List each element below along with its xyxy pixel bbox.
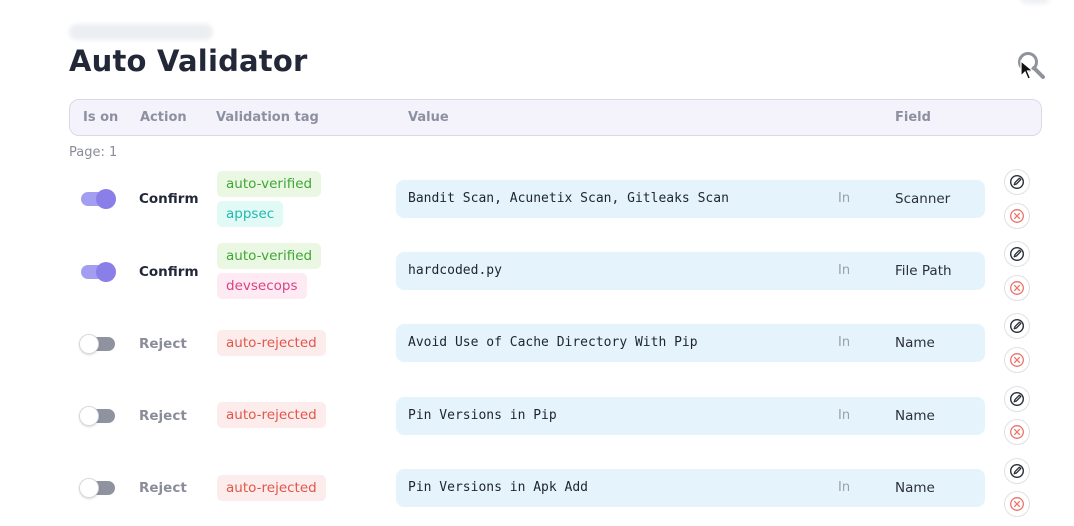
- rule-operator: In: [838, 263, 851, 278]
- header-validation-tag: Validation tag: [216, 110, 319, 125]
- is-on-toggle[interactable]: [79, 406, 115, 426]
- rule-operator: In: [838, 335, 851, 350]
- table-row: Confirm auto-verified appsec Bandit Scan…: [0, 163, 1074, 235]
- delete-button[interactable]: [1004, 203, 1030, 229]
- edit-button[interactable]: [1004, 313, 1030, 339]
- action-label: Reject: [139, 336, 187, 352]
- delete-x-icon: [1010, 425, 1024, 439]
- rule-operator: In: [838, 191, 851, 206]
- toggle-knob: [79, 334, 99, 354]
- header-value: Value: [408, 110, 449, 125]
- validation-tag: auto-verified: [217, 243, 322, 269]
- validation-tag: auto-rejected: [217, 330, 326, 356]
- table-row: Confirm auto-verified devsecops hardcode…: [0, 236, 1074, 308]
- delete-x-icon: [1010, 353, 1024, 367]
- action-label: Confirm: [139, 191, 199, 207]
- header-action: Action: [140, 110, 187, 125]
- is-on-toggle[interactable]: [81, 262, 116, 282]
- action-label: Reject: [139, 408, 187, 424]
- is-on-toggle[interactable]: [79, 334, 115, 354]
- table-row: Reject auto-rejected Pin Versions in Pip…: [0, 380, 1074, 452]
- rule-field: Name: [895, 335, 935, 351]
- rule-field: Scanner: [895, 191, 951, 207]
- action-label: Confirm: [139, 264, 199, 280]
- validation-tag: auto-rejected: [217, 475, 326, 501]
- toggle-knob: [79, 478, 99, 498]
- table-row: Reject auto-rejected Avoid Use of Cache …: [0, 308, 1074, 380]
- mouse-cursor-icon: [1020, 60, 1034, 80]
- delete-x-icon: [1010, 497, 1024, 511]
- delete-button[interactable]: [1004, 419, 1030, 445]
- rule-field: Name: [895, 480, 935, 496]
- rule-value: Pin Versions in Apk Add: [408, 480, 589, 495]
- action-label: Reject: [139, 480, 187, 496]
- header-is-on: Is on: [83, 110, 119, 125]
- rule-field: File Path: [895, 263, 952, 279]
- is-on-toggle[interactable]: [79, 478, 115, 498]
- rule-value-box: Pin Versions in Apk Add In Name: [396, 469, 985, 507]
- validation-tag: auto-rejected: [217, 402, 326, 428]
- validation-tag: appsec: [217, 201, 284, 227]
- edit-pencil-icon: [1009, 246, 1025, 262]
- edit-pencil-icon: [1009, 174, 1025, 190]
- edit-button[interactable]: [1004, 386, 1030, 412]
- page-title: Auto Validator: [69, 44, 308, 78]
- validation-tag: auto-verified: [217, 171, 322, 197]
- header-field: Field: [895, 110, 931, 125]
- edit-pencil-icon: [1009, 391, 1025, 407]
- delete-x-icon: [1010, 209, 1024, 223]
- rule-field: Name: [895, 408, 935, 424]
- breadcrumb: [69, 24, 213, 40]
- edit-pencil-icon: [1009, 318, 1025, 334]
- delete-x-icon: [1010, 281, 1024, 295]
- rule-value-box: Pin Versions in Pip In Name: [396, 397, 985, 435]
- is-on-toggle[interactable]: [81, 189, 116, 209]
- delete-button[interactable]: [1004, 491, 1030, 517]
- delete-button[interactable]: [1004, 275, 1030, 301]
- rule-value: Pin Versions in Pip: [408, 408, 557, 423]
- validation-tag: devsecops: [217, 273, 307, 299]
- toggle-knob: [96, 262, 116, 282]
- rule-operator: In: [838, 408, 851, 423]
- table-header: Is on Action Validation tag Value Field: [69, 99, 1042, 136]
- toggle-knob: [79, 406, 99, 426]
- toggle-knob: [96, 189, 116, 209]
- rule-value: Avoid Use of Cache Directory With Pip: [408, 335, 698, 350]
- table-row: Reject auto-rejected Pin Versions in Apk…: [0, 452, 1074, 524]
- rule-operator: In: [838, 480, 851, 495]
- edit-pencil-icon: [1009, 463, 1025, 479]
- rule-value-box: Avoid Use of Cache Directory With Pip In…: [396, 324, 985, 362]
- header-control: [1020, 0, 1050, 4]
- rule-value: Bandit Scan, Acunetix Scan, Gitleaks Sca…: [408, 191, 729, 206]
- edit-button[interactable]: [1004, 458, 1030, 484]
- edit-button[interactable]: [1004, 169, 1030, 195]
- edit-button[interactable]: [1004, 241, 1030, 267]
- delete-button[interactable]: [1004, 347, 1030, 373]
- rule-value: hardcoded.py: [408, 263, 502, 278]
- page-indicator: Page: 1: [69, 145, 118, 160]
- rule-value-box: Bandit Scan, Acunetix Scan, Gitleaks Sca…: [396, 180, 985, 218]
- rule-value-box: hardcoded.py In File Path: [396, 252, 985, 290]
